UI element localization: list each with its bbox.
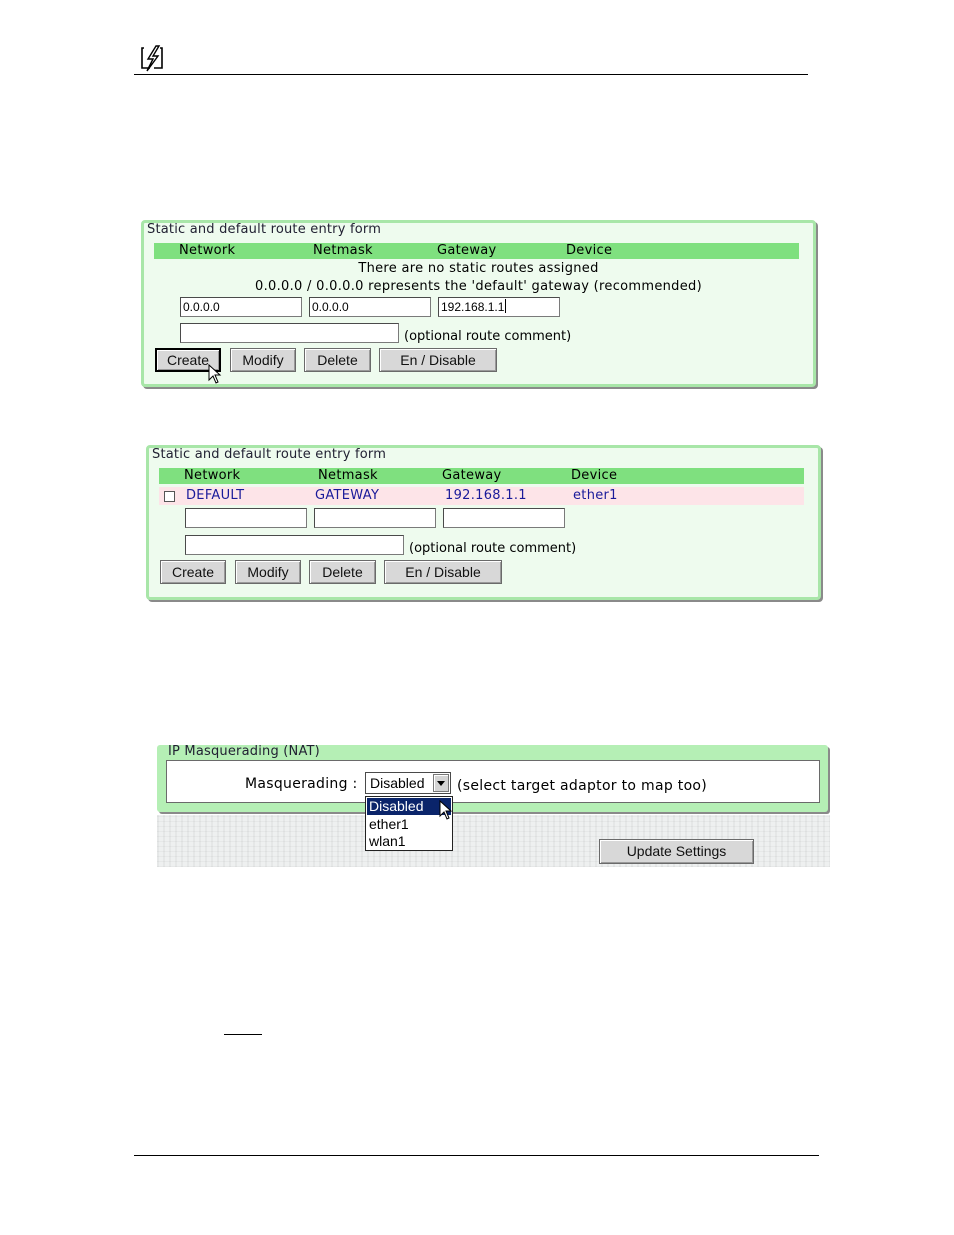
chevron-down-icon[interactable] bbox=[433, 774, 449, 792]
default-gateway-hint: 0.0.0.0 / 0.0.0.0 represents the 'defaul… bbox=[255, 279, 702, 294]
modify-button[interactable]: Modify bbox=[230, 348, 296, 372]
network-input[interactable]: 0.0.0.0 bbox=[180, 297, 302, 317]
network-input[interactable] bbox=[185, 508, 307, 528]
lightning-logo-icon bbox=[141, 45, 163, 72]
header-rule bbox=[134, 74, 808, 75]
gateway-input[interactable]: 192.168.1.1 bbox=[438, 297, 560, 317]
masquerading-label: Masquerading : bbox=[245, 776, 358, 792]
netmask-input[interactable]: 0.0.0.0 bbox=[309, 297, 431, 317]
gateway-input[interactable] bbox=[443, 508, 565, 528]
option-wlan1[interactable]: wlan1 bbox=[367, 833, 451, 850]
nat-panel: IP Masquerading (NAT) Masquerading : (se… bbox=[157, 744, 828, 812]
masquerading-hint: (select target adaptor to map too) bbox=[457, 778, 708, 794]
header-netmask: Netmask bbox=[313, 243, 373, 258]
route-network: DEFAULT bbox=[186, 488, 245, 503]
text-caret bbox=[505, 299, 507, 313]
update-settings-button[interactable]: Update Settings bbox=[599, 839, 754, 864]
header-gateway: Gateway bbox=[442, 468, 502, 483]
delete-button[interactable]: Delete bbox=[304, 348, 371, 372]
table-row[interactable]: DEFAULT GATEWAY 192.168.1.1 ether1 bbox=[159, 487, 804, 505]
create-button[interactable]: Create bbox=[160, 560, 226, 584]
mouse-pointer-icon bbox=[439, 800, 453, 820]
underline-mark bbox=[224, 1034, 262, 1035]
selected-value: Disabled bbox=[370, 775, 425, 791]
no-routes-message: There are no static routes assigned bbox=[358, 261, 599, 276]
panel-title: Static and default route entry form bbox=[152, 447, 387, 462]
route-form-panel-empty: Static and default route entry form Netw… bbox=[141, 220, 816, 387]
nat-settings-box: Masquerading : (select target adaptor to… bbox=[166, 760, 820, 803]
route-comment-input[interactable] bbox=[185, 535, 404, 555]
comment-label: (optional route comment) bbox=[404, 329, 572, 344]
masquerading-select[interactable]: Disabled bbox=[365, 772, 451, 794]
header-network: Network bbox=[184, 468, 241, 483]
header-device: Device bbox=[571, 468, 618, 483]
netmask-input[interactable] bbox=[314, 508, 436, 528]
table-header: Network Netmask Gateway Device bbox=[159, 468, 804, 484]
gateway-value: 192.168.1.1 bbox=[441, 300, 505, 314]
table-header: Network Netmask Gateway Device bbox=[154, 243, 799, 259]
route-form-panel-with-route: Static and default route entry form Netw… bbox=[146, 445, 821, 600]
route-gateway: 192.168.1.1 bbox=[445, 488, 527, 503]
header-network: Network bbox=[179, 243, 236, 258]
panel-title: Static and default route entry form bbox=[147, 222, 382, 237]
enable-disable-button[interactable]: En / Disable bbox=[384, 560, 502, 584]
mouse-pointer-icon bbox=[208, 364, 222, 384]
header-device: Device bbox=[566, 243, 613, 258]
panel-title: IP Masquerading (NAT) bbox=[168, 744, 320, 759]
delete-button[interactable]: Delete bbox=[309, 560, 376, 584]
route-netmask: GATEWAY bbox=[315, 488, 380, 503]
route-device: ether1 bbox=[573, 488, 618, 503]
route-select-checkbox[interactable] bbox=[164, 491, 175, 502]
footer-rule bbox=[134, 1155, 819, 1156]
header-netmask: Netmask bbox=[318, 468, 378, 483]
route-comment-input[interactable] bbox=[180, 323, 399, 343]
comment-label: (optional route comment) bbox=[409, 541, 577, 556]
modify-button[interactable]: Modify bbox=[235, 560, 301, 584]
enable-disable-button[interactable]: En / Disable bbox=[379, 348, 497, 372]
header-gateway: Gateway bbox=[437, 243, 497, 258]
